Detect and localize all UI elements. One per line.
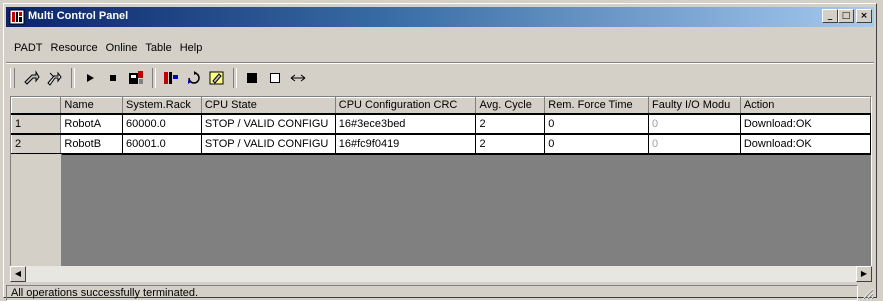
main-window: Multi Control Panel _ □ × PADT Resource … [3,3,877,301]
toolbar-divider [6,62,874,64]
menu-table[interactable]: Table [141,42,175,54]
toolbar [10,66,870,90]
minimize-button[interactable]: _ [822,9,838,23]
menu-online[interactable]: Online [102,42,142,54]
resource-icon[interactable] [160,67,182,89]
cell-faulty-io: 0 [648,132,741,155]
cell-name[interactable]: RobotA [60,112,124,135]
status-text: All operations successfully terminated. [6,285,858,301]
status-bar: All operations successfully terminated. [6,285,874,301]
cell-faulty-io: 0 [648,112,741,135]
table-row[interactable]: 1 RobotA 60000.0 STOP / VALID CONFIGU 16… [11,112,871,135]
corner-header[interactable] [11,97,62,114]
col-cpu-crc[interactable]: CPU Configuration CRC [334,97,477,114]
col-cpu-state[interactable]: CPU State [200,97,336,114]
cell-rack[interactable]: 60000.0 [122,112,202,135]
row-number[interactable]: 2 [11,132,62,155]
menu-resource[interactable]: Resource [47,42,102,54]
col-system-rack[interactable]: System.Rack [122,97,202,114]
cell-name[interactable]: RobotB [60,132,124,155]
col-avg-cycle[interactable]: Avg. Cycle [475,97,546,114]
toolbar-separator [152,68,156,88]
scroll-right-button[interactable]: ▶ [856,266,872,282]
cell-action[interactable]: Download:OK [739,132,871,155]
toolbar-separator [233,68,237,88]
cell-avg-cycle[interactable]: 2 [475,112,546,135]
col-faulty-io[interactable]: Faulty I/O Modu [648,97,741,114]
download-icon[interactable] [125,67,147,89]
row-number[interactable]: 1 [11,112,62,135]
deselect-icon[interactable] [264,67,286,89]
cell-cpu-state[interactable]: STOP / VALID CONFIGU [200,112,336,135]
col-name[interactable]: Name [60,97,124,114]
connect-icon[interactable] [21,67,43,89]
disconnect-icon[interactable] [44,67,66,89]
window-title: Multi Control Panel [28,10,129,22]
select-all-icon[interactable] [241,67,263,89]
window-controls: _ □ × [822,9,872,23]
cell-action[interactable]: Download:OK [739,112,871,135]
cell-cpu-state[interactable]: STOP / VALID CONFIGU [200,132,336,155]
refresh-icon[interactable] [183,67,205,89]
cell-crc[interactable]: 16#3ece3bed [334,112,477,135]
horizontal-scrollbar[interactable]: ◀ ▶ [10,266,872,282]
toolbar-grip[interactable] [10,68,15,88]
exchange-icon[interactable] [287,67,309,89]
menu-bar: PADT Resource Online Table Help [6,38,206,58]
cell-crc[interactable]: 16#fc9f0419 [334,132,477,155]
app-icon [9,9,25,25]
menu-padt[interactable]: PADT [6,42,47,54]
data-grid[interactable]: Name System.Rack CPU State CPU Configura… [10,96,872,282]
table-row[interactable]: 2 RobotB 60001.0 STOP / VALID CONFIGU 16… [11,132,871,155]
scroll-left-button[interactable]: ◀ [10,266,26,282]
row-header-area [11,154,62,272]
cell-avg-cycle[interactable]: 2 [475,132,546,155]
title-bar[interactable]: Multi Control Panel _ □ × [6,7,874,27]
col-rem-force-time[interactable]: Rem. Force Time [544,97,649,114]
close-button[interactable]: × [856,9,872,23]
cell-force-time[interactable]: 0 [544,132,649,155]
run-icon[interactable] [79,67,101,89]
cell-force-time[interactable]: 0 [544,112,649,135]
resource-table: Name System.Rack CPU State CPU Configura… [11,97,871,155]
edit-icon[interactable] [206,67,228,89]
maximize-button[interactable]: □ [838,9,854,23]
col-action[interactable]: Action [739,97,871,114]
menu-help[interactable]: Help [176,42,207,54]
cell-rack[interactable]: 60001.0 [122,132,202,155]
resize-grip-icon[interactable] [860,286,874,300]
header-row: Name System.Rack CPU State CPU Configura… [11,97,871,114]
toolbar-separator [71,68,75,88]
stop-icon[interactable] [102,67,124,89]
